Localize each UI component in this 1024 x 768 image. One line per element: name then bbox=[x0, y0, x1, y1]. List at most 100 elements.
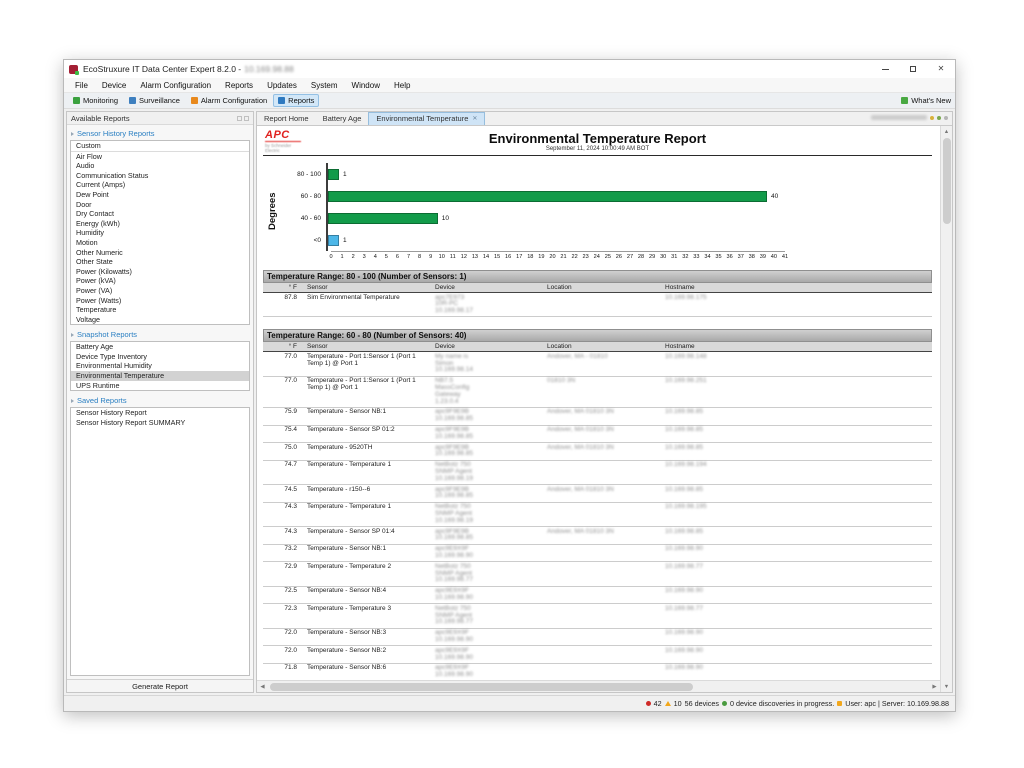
section-title: Snapshot Reports bbox=[70, 328, 250, 341]
x-axis-tick-label: 39 bbox=[760, 254, 766, 260]
report-list-item[interactable]: Device Type Inventory bbox=[71, 352, 249, 362]
v-scroll-thumb[interactable] bbox=[943, 138, 951, 224]
location-cell: Andover, MA 01810 3N bbox=[545, 425, 663, 443]
x-axis-tick-label: 5 bbox=[385, 254, 388, 260]
device-line: 10.169.98.90 bbox=[435, 637, 543, 644]
horizontal-scrollbar[interactable]: ◀ ▶ bbox=[257, 680, 940, 692]
menu-item-system[interactable]: System bbox=[304, 80, 345, 91]
scroll-up-icon[interactable]: ▲ bbox=[941, 126, 952, 137]
vertical-scrollbar[interactable]: ▲ ▼ bbox=[940, 126, 952, 692]
table-row: 75.0Temperature - 9520THapc9F9E9B10.169.… bbox=[263, 443, 932, 461]
report-list-item[interactable]: Other State bbox=[71, 257, 249, 267]
chart-bar bbox=[328, 191, 767, 202]
chart-rows: 80 - 100160 - 804040 - 6010<01 bbox=[280, 163, 785, 251]
temp-cell: 87.8 bbox=[263, 293, 305, 317]
x-axis-tick-label: 35 bbox=[715, 254, 721, 260]
menu-item-updates[interactable]: Updates bbox=[260, 80, 304, 91]
panel-minimize-icon[interactable] bbox=[237, 116, 242, 121]
hostname-cell: 10.169.98.194 bbox=[663, 460, 932, 484]
report-list-item[interactable]: Door bbox=[71, 200, 249, 210]
h-scroll-thumb[interactable] bbox=[270, 683, 693, 691]
report-list-item[interactable]: Current (Amps) bbox=[71, 180, 249, 190]
warning-count: 10 bbox=[674, 699, 682, 708]
temp-cell: 74.3 bbox=[263, 527, 305, 545]
y-axis-label: Degrees bbox=[267, 163, 280, 260]
scroll-right-icon[interactable]: ▶ bbox=[929, 681, 940, 692]
whats-new-link[interactable]: What's New bbox=[901, 96, 951, 105]
chart-row: <01 bbox=[280, 229, 785, 251]
report-list-item[interactable]: Custom bbox=[71, 141, 249, 152]
report-list-item[interactable]: Humidity bbox=[71, 228, 249, 238]
report-list-item[interactable]: Dry Contact bbox=[71, 209, 249, 219]
report-list-item[interactable]: Air Flow bbox=[71, 152, 249, 162]
device-line: 10.169.98.85 bbox=[435, 416, 543, 423]
scroll-left-icon[interactable]: ◀ bbox=[257, 681, 268, 692]
report-list-item[interactable]: Power (Kilowatts) bbox=[71, 267, 249, 277]
report-list-item[interactable]: Communication Status bbox=[71, 171, 249, 181]
column-header: Hostname bbox=[663, 342, 932, 352]
hostname-cell: 10.169.98.90 bbox=[663, 663, 932, 680]
report-list-item[interactable]: Sensor History Report SUMMARY bbox=[71, 418, 249, 428]
temp-cell: 72.0 bbox=[263, 628, 305, 646]
report-list-item[interactable]: Environmental Humidity bbox=[71, 361, 249, 371]
report-list-item[interactable]: Power (kVA) bbox=[71, 276, 249, 286]
minimize-button[interactable] bbox=[871, 60, 899, 78]
report-list-item[interactable]: Battery Age bbox=[71, 342, 249, 352]
report-list-item[interactable]: Energy (kWh) bbox=[71, 219, 249, 229]
x-axis-tick-label: 30 bbox=[660, 254, 666, 260]
device-cell: apc9E9X9F10.169.98.90 bbox=[433, 663, 545, 680]
sensor-cell: Temperature - r150--6 bbox=[305, 485, 433, 503]
menu-item-alarm-configuration[interactable]: Alarm Configuration bbox=[133, 80, 218, 91]
hostname-cell: 10.169.98.90 bbox=[663, 628, 932, 646]
menu-item-device[interactable]: Device bbox=[95, 80, 133, 91]
tab-environmental-temperature[interactable]: Environmental Temperature✕ bbox=[368, 112, 485, 125]
scroll-down-icon[interactable]: ▼ bbox=[941, 681, 952, 692]
report-list-item[interactable]: Environmental Temperature bbox=[71, 371, 249, 381]
hostname-cell: 10.169.98.85 bbox=[663, 407, 932, 425]
temp-cell: 77.0 bbox=[263, 376, 305, 407]
discovery-status-icon bbox=[722, 701, 727, 706]
chart-row: 60 - 8040 bbox=[280, 185, 785, 207]
menu-item-file[interactable]: File bbox=[68, 80, 95, 91]
perspective-reports[interactable]: Reports bbox=[273, 94, 319, 107]
tab-close-icon[interactable]: ✕ bbox=[472, 115, 477, 122]
sidebar-sections: Sensor History ReportsCustomAir FlowAudi… bbox=[67, 125, 253, 679]
report-list-item[interactable]: Voltage bbox=[71, 315, 249, 325]
maximize-button[interactable] bbox=[899, 60, 927, 78]
device-line: 10.169.98.77 bbox=[435, 619, 543, 626]
report-list: Sensor History ReportSensor History Repo… bbox=[70, 407, 250, 676]
tab-report-home[interactable]: Report Home bbox=[257, 113, 316, 125]
sensor-table: ° FSensorDeviceLocationHostname87.8Sim E… bbox=[263, 283, 932, 317]
sensor-cell: Temperature - Sensor SP 01:2 bbox=[305, 425, 433, 443]
generate-report-button[interactable]: Generate Report bbox=[67, 679, 253, 692]
report-list-item[interactable]: UPS Runtime bbox=[71, 381, 249, 391]
close-button[interactable]: ✕ bbox=[927, 60, 955, 78]
x-axis-tick-label: 31 bbox=[671, 254, 677, 260]
device-cell: NetBotz 750SNMP Agent10.169.98.77 bbox=[433, 562, 545, 586]
bar-chart: Degrees 80 - 100160 - 804040 - 6010<01 0… bbox=[267, 163, 932, 260]
menu-item-window[interactable]: Window bbox=[345, 80, 387, 91]
device-line: 10.169.98.90 bbox=[435, 595, 543, 602]
report-list-item[interactable]: Power (Watts) bbox=[71, 296, 249, 306]
report-list-item[interactable]: Other Numeric bbox=[71, 248, 249, 258]
report-list-item[interactable]: Audio bbox=[71, 161, 249, 171]
perspective-surveillance[interactable]: Surveillance bbox=[124, 94, 185, 107]
perspective-alarm-configuration[interactable]: Alarm Configuration bbox=[186, 94, 272, 107]
whats-new-icon bbox=[901, 97, 908, 104]
critical-count: 42 bbox=[654, 699, 662, 708]
report-list-item[interactable]: Temperature bbox=[71, 305, 249, 315]
report-tables: Temperature Range: 80 - 100 (Number of S… bbox=[263, 270, 932, 680]
tab-battery-age[interactable]: Battery Age bbox=[316, 113, 369, 125]
x-axis-tick-label: 16 bbox=[505, 254, 511, 260]
report-list-item[interactable]: Motion bbox=[71, 238, 249, 248]
x-axis-tick-label: 41 bbox=[782, 254, 788, 260]
report-list-item[interactable]: Sensor History Report bbox=[71, 408, 249, 418]
report-list-item[interactable]: Dew Point bbox=[71, 190, 249, 200]
menu-item-help[interactable]: Help bbox=[387, 80, 417, 91]
panel-maximize-icon[interactable] bbox=[244, 116, 249, 121]
perspective-monitoring[interactable]: Monitoring bbox=[68, 94, 123, 107]
report-list-item[interactable]: Power (VA) bbox=[71, 286, 249, 296]
menu-item-reports[interactable]: Reports bbox=[218, 80, 260, 91]
hostname-cell: 10.169.98.90 bbox=[663, 646, 932, 664]
gray-dot-icon bbox=[944, 116, 948, 120]
